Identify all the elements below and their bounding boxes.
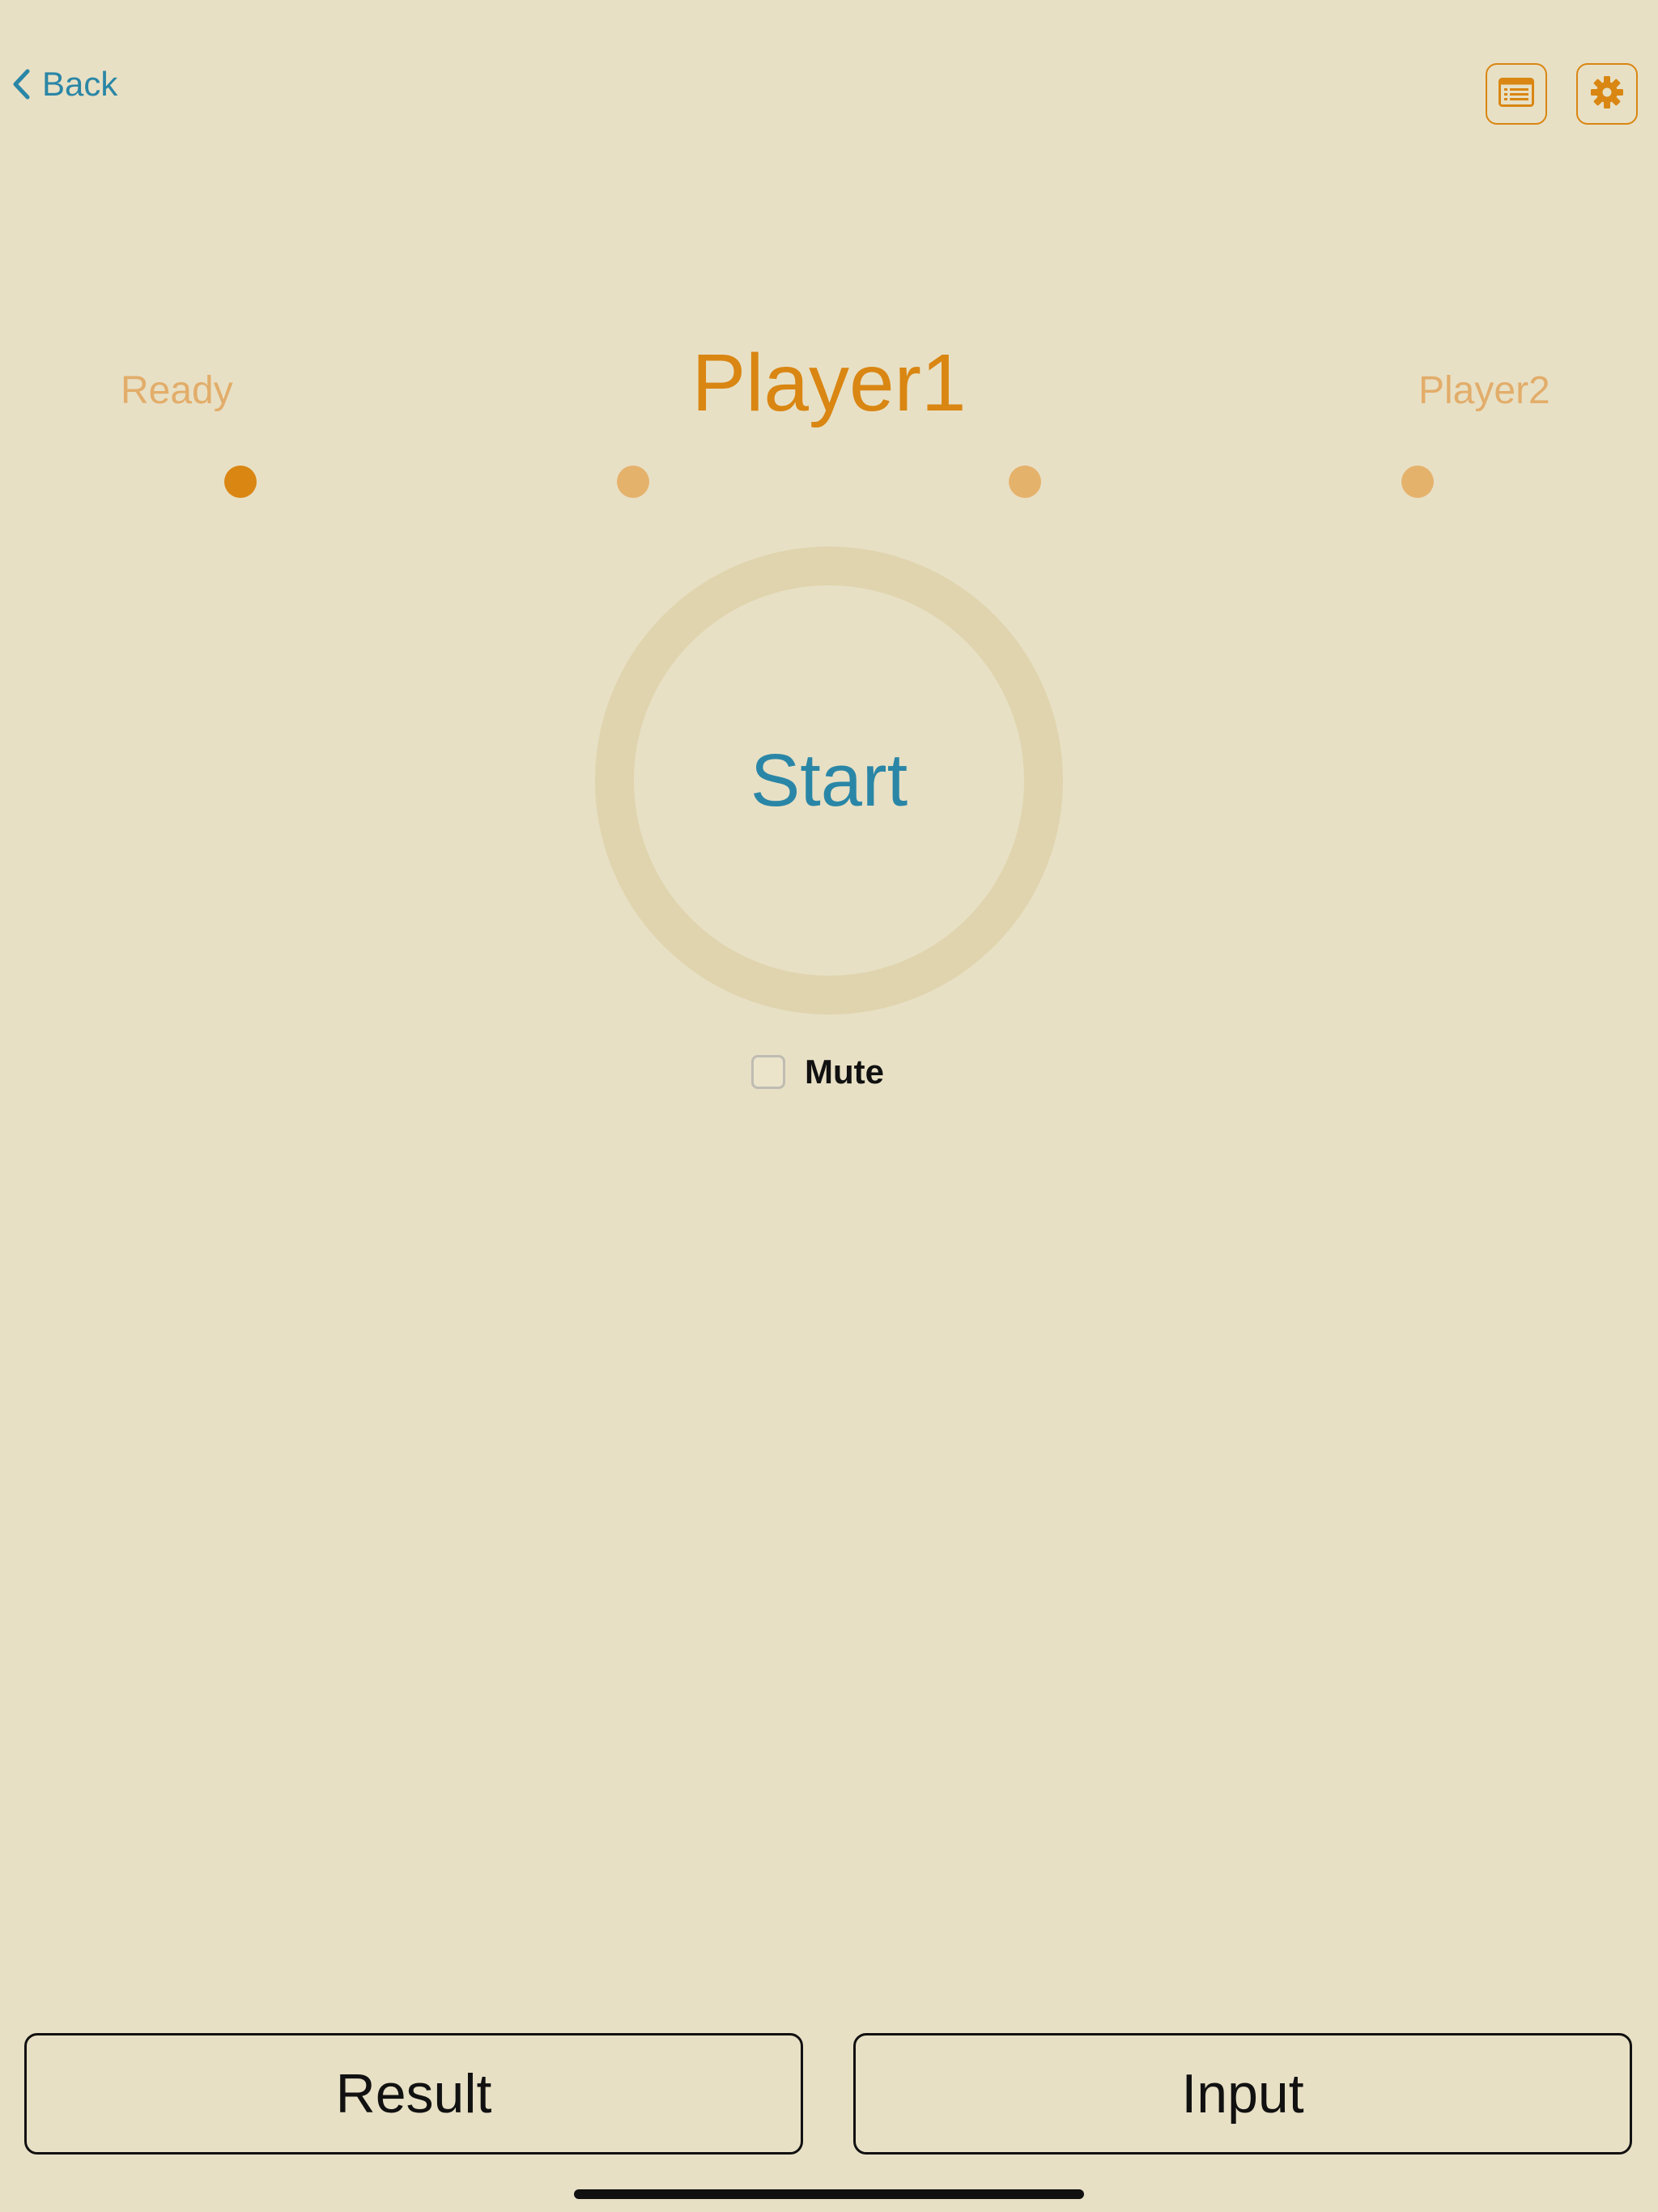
- input-button[interactable]: Input: [853, 2033, 1632, 2155]
- page-dot-3: [1009, 466, 1041, 498]
- page-dot-4: [1401, 466, 1434, 498]
- settings-button[interactable]: [1576, 63, 1638, 125]
- chevron-left-icon: [11, 68, 36, 100]
- list-button[interactable]: [1486, 63, 1547, 125]
- mute-label: Mute: [805, 1053, 884, 1091]
- home-indicator[interactable]: [574, 2189, 1084, 2199]
- gear-icon: [1590, 75, 1624, 113]
- page-dot-2: [617, 466, 649, 498]
- step-label-next: Player2: [1418, 369, 1550, 412]
- list-icon: [1499, 77, 1534, 111]
- start-button[interactable]: Start: [595, 547, 1063, 1015]
- back-button[interactable]: Back: [11, 63, 117, 105]
- result-label: Result: [335, 2063, 492, 2125]
- back-label: Back: [42, 65, 118, 103]
- mute-option[interactable]: Mute: [751, 1053, 884, 1091]
- mute-checkbox[interactable]: [751, 1055, 785, 1089]
- input-label: Input: [1181, 2063, 1304, 2125]
- page-dot-1: [224, 466, 257, 498]
- start-label: Start: [750, 738, 908, 822]
- result-button[interactable]: Result: [24, 2033, 803, 2155]
- current-player-title: Player1: [691, 338, 967, 428]
